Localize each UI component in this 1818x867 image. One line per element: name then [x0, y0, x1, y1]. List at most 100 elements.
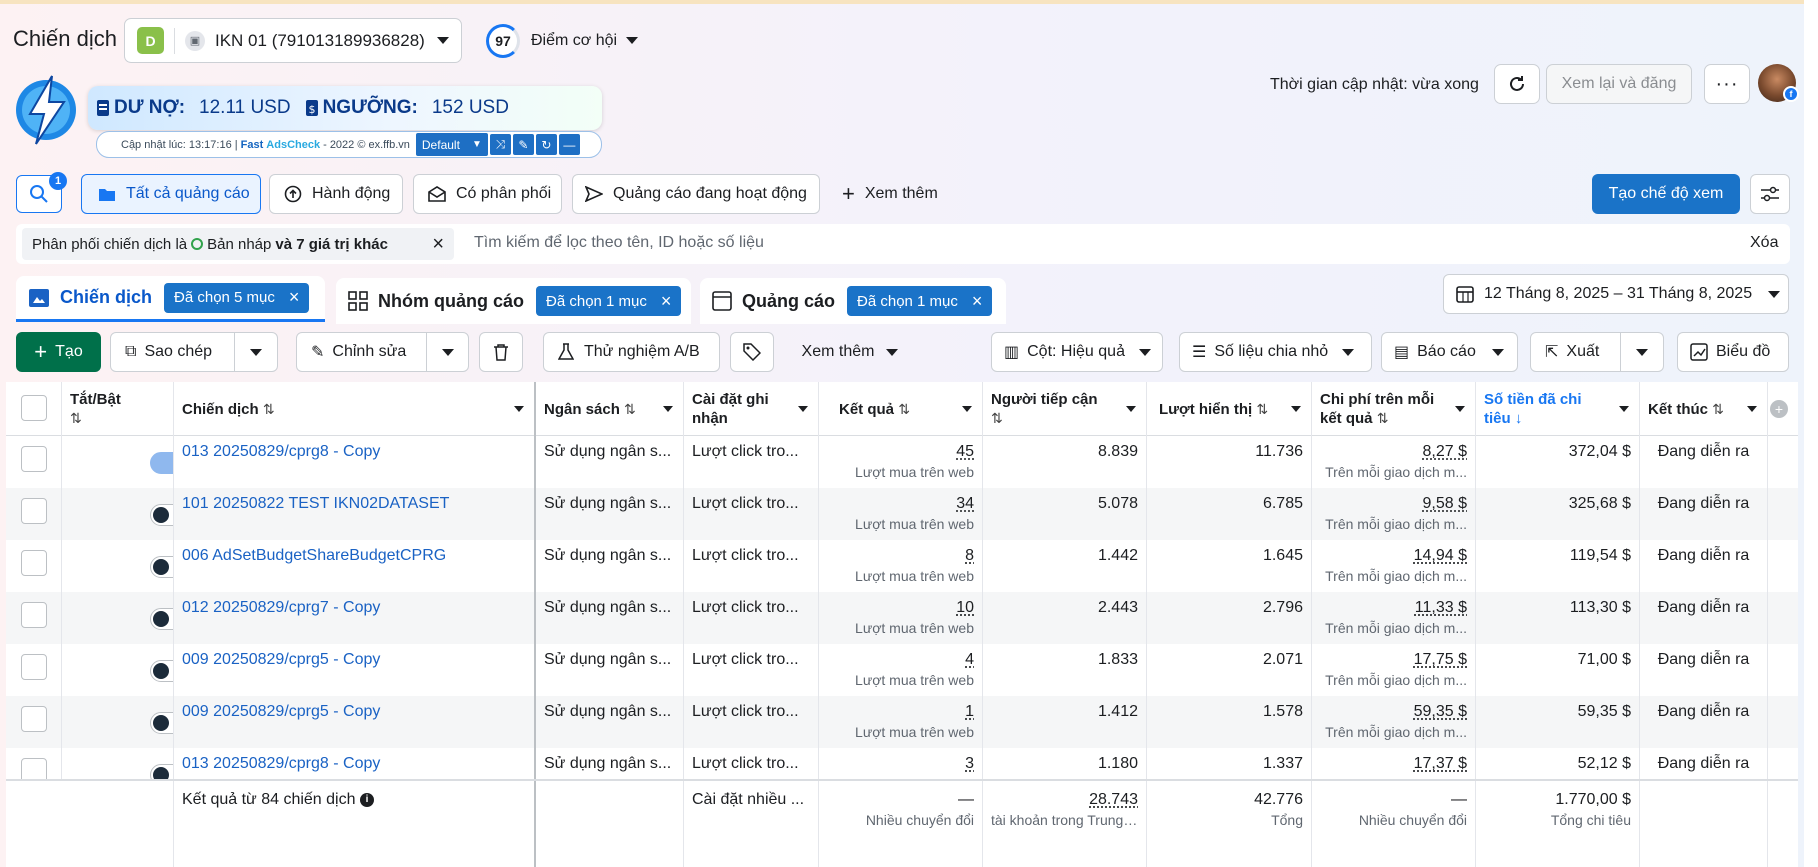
campaign-name-link-value[interactable]: 009 20250829/cprg5 - Copy [182, 703, 526, 721]
sort-icon[interactable]: ⇅ [1377, 410, 1389, 426]
export-button[interactable]: ⇱ Xuất [1531, 333, 1621, 371]
sort-icon[interactable]: ⇅ [898, 401, 910, 417]
row-checkbox[interactable] [21, 706, 47, 732]
campaign-toggle[interactable] [150, 660, 173, 682]
sort-icon[interactable]: ⇅ [991, 410, 1003, 426]
campaign-toggle[interactable] [150, 608, 173, 630]
edit-button[interactable]: ✎ Chỉnh sửa [297, 333, 427, 371]
create-view-button[interactable]: Tạo chế độ xem [1592, 174, 1740, 214]
copy-button[interactable]: ⧉ Sao chép [111, 333, 235, 371]
opportunity-score[interactable]: 97 [486, 24, 520, 58]
breakdown-dropdown[interactable]: ☰ Số liệu chia nhỏ [1179, 332, 1372, 372]
tag-button[interactable] [730, 332, 774, 372]
export-button-group[interactable]: ⇱ Xuất [1530, 332, 1664, 372]
campaign-name-link-value[interactable]: 009 20250829/cprg5 - Copy [182, 651, 526, 669]
tab-actions[interactable]: Hành động [269, 174, 403, 214]
table-row[interactable]: 009 20250829/cprg5 - Copy Sử dụng ngân s.… [6, 696, 1798, 748]
chevron-down-icon[interactable] [626, 37, 638, 44]
close-icon[interactable]: × [972, 291, 983, 312]
campaign-name-link-value[interactable]: 101 20250822 TEST IKN02DATASET [182, 495, 526, 513]
export-dropdown[interactable] [1621, 333, 1663, 371]
chevron-down-icon[interactable] [962, 406, 972, 412]
tab-active-ads[interactable]: Quảng cáo đang hoạt động [572, 174, 820, 214]
header-attribution[interactable]: Cài đặt ghi nhận [684, 382, 819, 436]
shuffle-button[interactable]: ⤨ [489, 134, 511, 155]
campaign-name-link-value[interactable]: 013 20250829/cprg8 - Copy [182, 755, 526, 773]
table-row[interactable]: 013 20250829/cprg8 - Copy Sử dụng ngân s.… [6, 436, 1798, 488]
chevron-down-icon[interactable] [514, 406, 524, 412]
create-button[interactable]: + Tạo [16, 332, 101, 372]
close-icon[interactable]: × [661, 291, 672, 312]
more-options-button[interactable]: ··· [1704, 64, 1750, 104]
close-icon[interactable]: × [432, 234, 444, 254]
close-icon[interactable]: × [289, 287, 300, 308]
chevron-down-icon[interactable] [1291, 406, 1301, 412]
header-amount-spent[interactable]: Số tiền đã chi tiêu ↓ [1476, 382, 1640, 436]
chevron-down-icon[interactable] [1455, 406, 1465, 412]
campaign-selection-chip[interactable]: Đã chọn 5 mục × [164, 282, 310, 313]
header-budget[interactable]: Ngân sách ⇅ [536, 382, 684, 436]
sort-icon[interactable]: ⇅ [1712, 401, 1724, 417]
sort-desc-icon[interactable]: ↓ [1515, 410, 1523, 427]
row-checkbox[interactable] [21, 498, 47, 524]
select-all-checkbox[interactable] [21, 395, 47, 421]
campaign-toggle[interactable] [150, 712, 173, 734]
row-checkbox[interactable] [21, 602, 47, 628]
campaign-name-link-value[interactable]: 012 20250829/cprg7 - Copy [182, 599, 526, 617]
ab-test-button[interactable]: Thử nghiệm A/B [543, 332, 720, 372]
account-selector[interactable]: D ▣ IKN 01 (791013189936828) [124, 18, 462, 63]
header-campaign[interactable]: Chiến dịch ⇅ [174, 382, 536, 436]
sort-icon[interactable]: ⇅ [1256, 401, 1268, 417]
chevron-down-icon[interactable] [798, 406, 808, 412]
minimize-button[interactable]: — [558, 134, 580, 155]
header-toggle[interactable]: Tắt/Bật ⇅ [62, 382, 174, 436]
chevron-down-icon[interactable] [1747, 406, 1757, 412]
row-checkbox[interactable] [21, 550, 47, 576]
columns-dropdown[interactable]: ▥ Cột: Hiệu quả [991, 332, 1163, 372]
campaign-toggle[interactable] [150, 452, 173, 474]
table-row[interactable]: 101 20250822 TEST IKN02DATASET Sử dụng ng… [6, 488, 1798, 540]
edit-button-group[interactable]: ✎ Chỉnh sửa [296, 332, 469, 372]
table-row[interactable]: 012 20250829/cprg7 - Copy Sử dụng ngân s.… [6, 592, 1798, 644]
header-cost-per-result[interactable]: Chi phí trên mỗi kết quả ⇅ [1312, 382, 1476, 436]
refresh-button[interactable] [1494, 64, 1540, 104]
reload-button[interactable]: ↻ [535, 134, 557, 155]
tab-all-ads[interactable]: Tất cả quảng cáo [81, 174, 261, 214]
adset-selection-chip[interactable]: Đã chọn 1 mục × [536, 286, 682, 316]
opportunity-label[interactable]: Điểm cơ hội [531, 32, 617, 50]
copy-button-group[interactable]: ⧉ Sao chép [110, 332, 278, 372]
sort-icon[interactable]: ⇅ [70, 410, 82, 426]
table-row[interactable]: 009 20250829/cprg5 - Copy Sử dụng ngân s.… [6, 644, 1798, 696]
header-reach[interactable]: Người tiếp cận ⇅ [983, 382, 1147, 436]
chevron-down-icon[interactable] [1619, 406, 1629, 412]
campaign-toggle[interactable] [150, 504, 173, 526]
delete-button[interactable] [479, 332, 523, 372]
scrollbar[interactable] [1804, 0, 1818, 867]
tab-campaigns[interactable]: Chiến dịch Đã chọn 5 mục × [16, 276, 325, 322]
sort-icon[interactable]: ⇅ [624, 401, 636, 417]
chevron-down-icon[interactable] [663, 406, 673, 412]
table-row[interactable]: 006 AdSetBudgetShareBudgetCPRG Sử dụng ng… [6, 540, 1798, 592]
header-ends[interactable]: Kết thúc ⇅ [1640, 382, 1768, 436]
row-checkbox[interactable] [21, 446, 47, 472]
ad-selection-chip[interactable]: Đã chọn 1 mục × [847, 286, 993, 316]
campaign-name-link-value[interactable]: 013 20250829/cprg8 - Copy [182, 443, 526, 461]
tab-adsets[interactable]: Nhóm quảng cáo Đã chọn 1 mục × [336, 278, 691, 324]
campaign-toggle[interactable] [150, 556, 173, 578]
view-settings-button[interactable] [1750, 174, 1790, 214]
campaign-name-link-value[interactable]: 006 AdSetBudgetShareBudgetCPRG [182, 547, 526, 565]
edit-button[interactable]: ✎ [512, 134, 534, 155]
header-select-all[interactable] [6, 382, 62, 436]
add-column-icon[interactable]: + [1770, 400, 1788, 418]
row-checkbox[interactable] [21, 654, 47, 680]
filter-chip[interactable]: Phân phối chiến dịch là Bản nháp và 7 gi… [22, 228, 454, 260]
date-range-picker[interactable]: 12 Tháng 8, 2025 – 31 Tháng 8, 2025 [1443, 274, 1789, 314]
review-publish-button[interactable]: Xem lại và đăng [1546, 64, 1692, 104]
tab-published[interactable]: Có phân phối [413, 174, 562, 214]
more-actions-button[interactable]: Xem thêm [790, 332, 910, 372]
reports-dropdown[interactable]: ▤ Báo cáo [1381, 332, 1518, 372]
copy-dropdown[interactable] [235, 333, 277, 371]
edit-dropdown[interactable] [427, 333, 468, 371]
search-input[interactable]: Tìm kiếm để lọc theo tên, ID hoặc số liệ… [474, 234, 764, 252]
tab-ads[interactable]: Quảng cáo Đã chọn 1 mục × [700, 278, 1006, 324]
